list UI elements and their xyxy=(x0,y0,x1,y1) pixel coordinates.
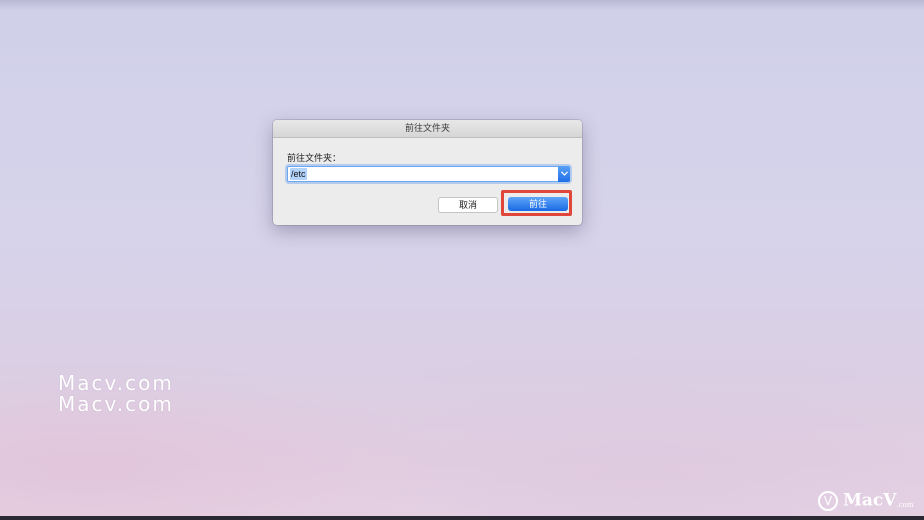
watermark-text: Macv.com xyxy=(58,392,174,416)
path-combobox[interactable]: /etc xyxy=(287,166,570,182)
screen-bottom-edge xyxy=(0,516,924,520)
dialog-title: 前往文件夹 xyxy=(273,120,582,138)
path-input[interactable]: /etc xyxy=(290,168,307,180)
chevron-down-icon[interactable] xyxy=(558,166,570,182)
go-button-highlight xyxy=(501,190,572,216)
field-label: 前往文件夹： xyxy=(287,153,342,163)
logo-suffix: .com xyxy=(896,501,914,509)
desktop-top-shade xyxy=(0,0,924,10)
logo-text: MacV xyxy=(843,490,897,511)
macv-logo: V MacV.com xyxy=(818,490,913,514)
logo-mark-icon: V xyxy=(818,490,838,511)
cancel-button[interactable]: 取消 xyxy=(438,197,498,213)
